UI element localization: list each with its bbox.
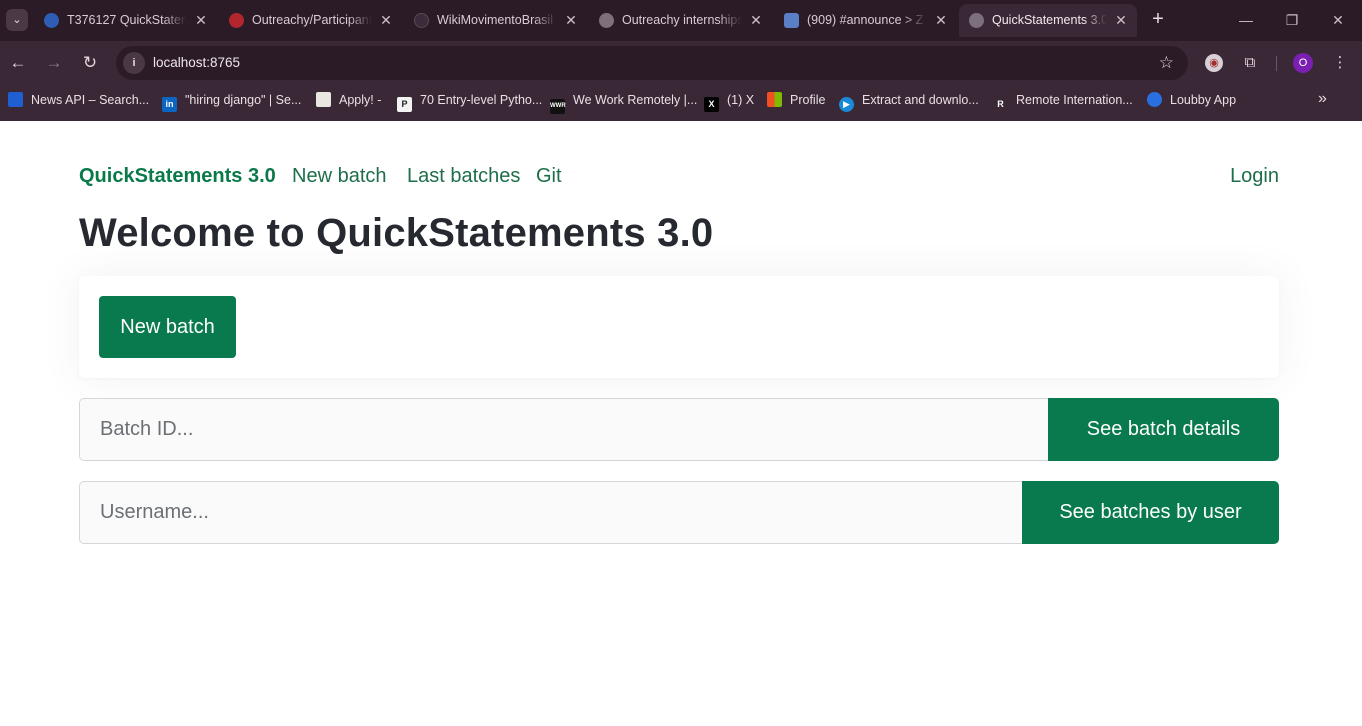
nav-link-git[interactable]: Git (536, 165, 562, 188)
tab-title: Outreachy internships (622, 13, 742, 27)
github-favicon-icon (414, 13, 429, 28)
site-info-icon[interactable]: i (123, 52, 145, 74)
browser-chrome: ⌄ T376127 QuickStatements ✕ Outreachy/Pa… (0, 0, 1362, 121)
tab-title: Outreachy/Participants (252, 13, 372, 27)
bookmark-label: News API – Search... (31, 93, 150, 107)
close-icon[interactable]: ✕ (563, 4, 579, 37)
wwr-icon: WWR (550, 99, 566, 114)
extension-icon[interactable]: ◉ (1205, 54, 1223, 72)
tab-quickstatements[interactable]: QuickStatements 3.0 ✕ (959, 4, 1137, 37)
login-link[interactable]: Login (1230, 165, 1279, 188)
tab-outreachy-internships[interactable]: Outreachy internships ✕ (589, 4, 772, 37)
tab-title: WikiMovimentoBrasil (437, 13, 553, 27)
tab-outreachy-participants[interactable]: Outreachy/Participants ✕ (219, 4, 402, 37)
nav-link-new-batch[interactable]: New batch (292, 165, 387, 188)
kebab-menu-icon[interactable]: ⋮ (1329, 52, 1351, 74)
bookmark-remote-international[interactable]: R Remote Internation... (993, 91, 1133, 112)
close-icon[interactable]: ✕ (378, 4, 394, 37)
phabricator-favicon-icon (44, 13, 59, 28)
new-tab-button[interactable]: + (1147, 8, 1169, 30)
p-icon: P (397, 97, 412, 112)
nav-link-last-batches[interactable]: Last batches (407, 165, 520, 188)
profile-avatar[interactable]: O (1293, 53, 1313, 73)
globe-icon (599, 13, 614, 28)
close-icon[interactable]: ✕ (748, 4, 764, 37)
bookmark-loubby[interactable]: Loubby App (1147, 91, 1236, 109)
tab-zulip-announce[interactable]: (909) #announce > Z ✕ (774, 4, 957, 37)
bookmark-extract-download[interactable]: ▶ Extract and downlo... (839, 91, 979, 112)
bookmark-python-jobs[interactable]: P 70 Entry-level Pytho... (397, 91, 543, 112)
bookmark-label: Remote Internation... (1016, 93, 1133, 107)
bookmark-star-icon[interactable]: ☆ (1159, 53, 1174, 73)
bookmark-profile[interactable]: Profile (767, 91, 825, 109)
bookmark-news-api[interactable]: News API – Search... (8, 91, 149, 109)
navbar-brand[interactable]: QuickStatements 3.0 (79, 165, 276, 188)
url-text[interactable]: localhost:8765 (153, 46, 240, 80)
close-icon[interactable]: ✕ (193, 4, 209, 37)
news-api-icon (8, 92, 23, 107)
batch-id-group: See batch details (79, 398, 1279, 461)
linkedin-icon: in (162, 97, 177, 112)
x-logo-icon: X (704, 97, 719, 112)
bookmark-label: "hiring django" | Se... (185, 93, 302, 107)
tab-strip: ⌄ T376127 QuickStatements ✕ Outreachy/Pa… (0, 0, 1362, 41)
batch-id-input[interactable] (80, 399, 1049, 460)
reload-icon[interactable]: ↻ (78, 51, 102, 75)
tab-title: QuickStatements 3.0 (992, 13, 1107, 27)
page-content: QuickStatements 3.0 New batch Last batch… (0, 121, 1362, 726)
back-arrow-icon[interactable]: ← (6, 51, 30, 75)
microsoft-icon (767, 92, 782, 107)
forward-arrow-icon[interactable]: → (42, 51, 66, 75)
bookmark-x[interactable]: X (1) X (704, 91, 755, 112)
new-batch-card: New batch (79, 276, 1279, 378)
tab-title: T376127 QuickStatements (67, 13, 187, 27)
toolbar-divider (1276, 56, 1277, 71)
bookmark-apply[interactable]: Apply! - (316, 91, 381, 109)
batch-id-field-wrapper (79, 398, 1049, 461)
address-bar[interactable]: i localhost:8765 ☆ (116, 46, 1188, 80)
username-field-wrapper (79, 481, 1023, 544)
navbar: QuickStatements 3.0 New batch Last batch… (79, 165, 1279, 193)
bookmarks-bar: News API – Search... in "hiring django" |… (0, 85, 1362, 115)
page-title: Welcome to QuickStatements 3.0 (79, 211, 714, 255)
globe-icon (969, 13, 984, 28)
tab-t376127[interactable]: T376127 QuickStatements ✕ (34, 4, 217, 37)
bookmark-label: Apply! - (339, 93, 382, 107)
tab-title: (909) #announce > Z (807, 13, 924, 27)
bookmark-label: Profile (790, 93, 826, 107)
minimize-icon[interactable]: — (1234, 8, 1258, 32)
loubby-icon (1147, 92, 1162, 107)
close-icon[interactable]: ✕ (933, 4, 949, 37)
bookmark-linkedin[interactable]: in "hiring django" | Se... (162, 91, 302, 112)
r-logo-icon: R (993, 97, 1008, 112)
tab-search-icon[interactable]: ⌄ (6, 9, 28, 31)
browser-toolbar: ← → ↻ i localhost:8765 ☆ ◉ ⧉ O ⋮ (0, 41, 1362, 85)
extensions-puzzle-icon[interactable]: ⧉ (1239, 52, 1261, 74)
opera-favicon-icon (229, 13, 244, 28)
username-group: See batches by user (79, 481, 1279, 544)
close-window-icon[interactable]: ✕ (1326, 8, 1350, 32)
close-icon[interactable]: ✕ (1113, 4, 1129, 37)
see-batches-by-user-button[interactable]: See batches by user (1022, 481, 1279, 544)
apply-icon (316, 92, 331, 107)
bookmark-label: Loubby App (1170, 93, 1237, 107)
bookmark-label: We Work Remotely |... (573, 93, 698, 107)
zulip-favicon-icon (784, 13, 799, 28)
bookmark-we-work-remotely[interactable]: WWR We Work Remotely |... (550, 91, 698, 114)
play-icon: ▶ (839, 97, 854, 112)
bookmark-label: Extract and downlo... (862, 93, 979, 107)
bookmark-label: (1) X (727, 93, 755, 107)
see-batch-details-button[interactable]: See batch details (1048, 398, 1279, 461)
username-input[interactable] (80, 482, 1023, 543)
more-bookmarks-icon[interactable]: » (1318, 90, 1327, 108)
tab-wikimovimentobrasil[interactable]: WikiMovimentoBrasil ✕ (404, 4, 587, 37)
new-batch-button[interactable]: New batch (99, 296, 236, 358)
restore-icon[interactable]: ❐ (1280, 8, 1304, 32)
bookmark-label: 70 Entry-level Pytho... (420, 93, 543, 107)
